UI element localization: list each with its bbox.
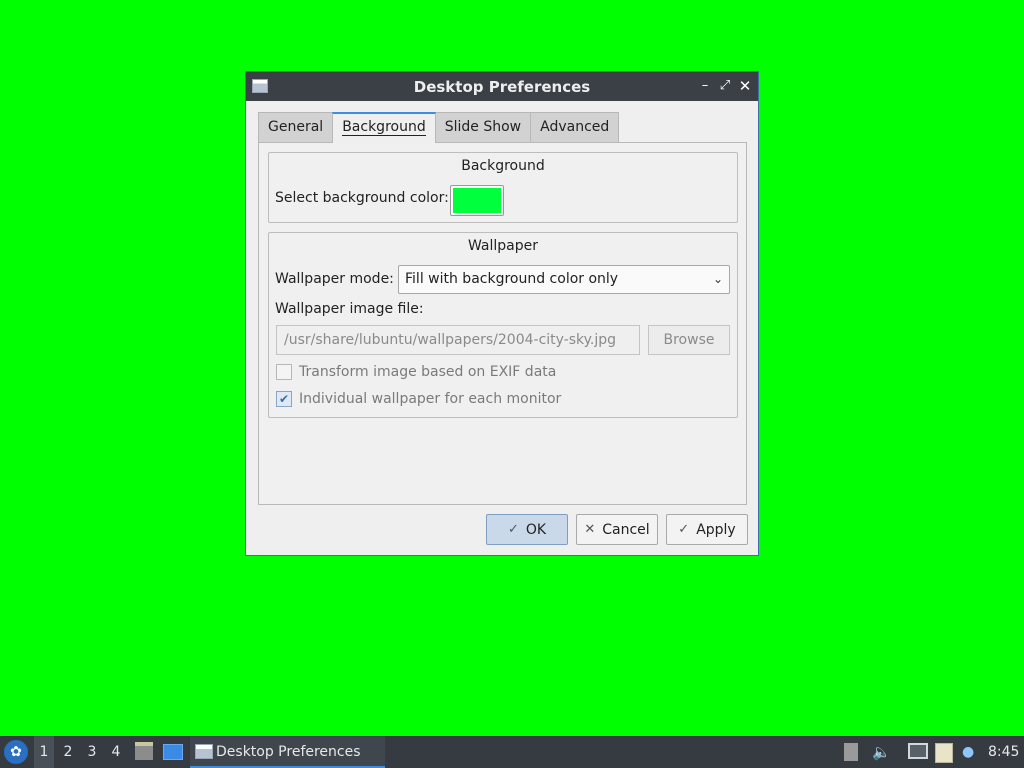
title-bar[interactable]: Desktop Preferences – ⤢ ✕ xyxy=(246,72,758,101)
desktop-preferences-window: Desktop Preferences – ⤢ ✕ General Backgr… xyxy=(245,71,759,556)
close-icon[interactable]: ✕ xyxy=(738,78,752,94)
show-desktop-icon[interactable] xyxy=(163,744,183,760)
checkmark-icon: ✓ xyxy=(678,522,690,537)
browse-button[interactable]: Browse xyxy=(648,325,730,355)
wallpaper-mode-select[interactable]: Fill with background color only ⌄ xyxy=(398,265,730,294)
taskbar: ✿ 1 2 3 4 Desktop Preferences 🔈 ● 8:45 xyxy=(0,736,1024,768)
background-group-title: Background xyxy=(461,158,545,174)
cancel-button[interactable]: ✕ Cancel xyxy=(576,514,658,545)
background-group: Background Select background color: xyxy=(268,152,738,223)
window-app-icon xyxy=(252,79,268,93)
tab-background-label: Background xyxy=(342,119,426,136)
tab-advanced[interactable]: Advanced xyxy=(530,112,620,142)
tab-slide-show[interactable]: Slide Show xyxy=(434,112,532,142)
tab-advanced-label: Advanced xyxy=(540,119,610,135)
task-label: Desktop Preferences xyxy=(216,744,361,760)
clock[interactable]: 8:45 xyxy=(988,736,1019,768)
tab-bar: General Background Slide Show Advanced xyxy=(258,112,620,143)
network-icon[interactable] xyxy=(908,743,928,759)
notification-icon[interactable]: ● xyxy=(962,743,978,761)
tab-general[interactable]: General xyxy=(258,112,334,142)
ok-button-label: OK xyxy=(525,521,547,538)
checkmark-icon: ✔ xyxy=(278,392,290,406)
workspace-4[interactable]: 4 xyxy=(106,736,126,768)
maximize-icon[interactable]: ⤢ xyxy=(718,78,732,94)
volume-icon[interactable]: 🔈 xyxy=(872,743,891,761)
start-menu-icon[interactable]: ✿ xyxy=(4,740,28,764)
checkmark-icon: ✓ xyxy=(507,522,519,537)
ok-button[interactable]: ✓ OK xyxy=(486,514,568,545)
apply-button[interactable]: ✓ Apply xyxy=(666,514,748,545)
minimize-icon[interactable]: – xyxy=(698,78,712,94)
wallpaper-mode-label: Wallpaper mode: xyxy=(275,271,394,287)
task-desktop-preferences[interactable]: Desktop Preferences xyxy=(190,736,385,768)
clipboard-icon[interactable] xyxy=(935,743,953,763)
window-app-icon xyxy=(195,744,213,759)
wallpaper-group: Wallpaper Wallpaper mode: Fill with back… xyxy=(268,232,738,418)
workspace-2[interactable]: 2 xyxy=(58,736,78,768)
background-color-swatch xyxy=(453,188,501,213)
background-color-button[interactable] xyxy=(450,185,504,216)
tab-slide-show-label: Slide Show xyxy=(444,119,522,135)
wallpaper-file-label: Wallpaper image file: xyxy=(275,301,424,317)
cancel-x-icon: ✕ xyxy=(584,522,596,537)
apply-button-label: Apply xyxy=(696,521,736,538)
workspace-1[interactable]: 1 xyxy=(34,736,54,768)
background-color-label: Select background color: xyxy=(275,190,449,206)
tab-background[interactable]: Background xyxy=(332,112,436,143)
per-monitor-checkbox[interactable]: ✔ xyxy=(276,391,292,407)
wallpaper-mode-value: Fill with background color only xyxy=(405,271,619,287)
exif-checkbox[interactable] xyxy=(276,364,292,380)
tab-general-label: General xyxy=(268,119,324,135)
workspace-3[interactable]: 3 xyxy=(82,736,102,768)
file-manager-icon[interactable] xyxy=(135,742,153,760)
exif-checkbox-label: Transform image based on EXIF data xyxy=(299,364,557,380)
per-monitor-checkbox-label: Individual wallpaper for each monitor xyxy=(299,391,562,407)
wallpaper-file-input[interactable]: /usr/share/lubuntu/wallpapers/2004-city-… xyxy=(276,325,640,355)
background-tab-panel: Background Select background color: Wall… xyxy=(258,142,747,505)
chevron-down-icon: ⌄ xyxy=(712,272,723,286)
removable-media-icon[interactable] xyxy=(844,743,858,761)
wallpaper-group-title: Wallpaper xyxy=(467,238,539,254)
cancel-button-label: Cancel xyxy=(602,521,650,538)
window-title: Desktop Preferences xyxy=(413,77,591,96)
